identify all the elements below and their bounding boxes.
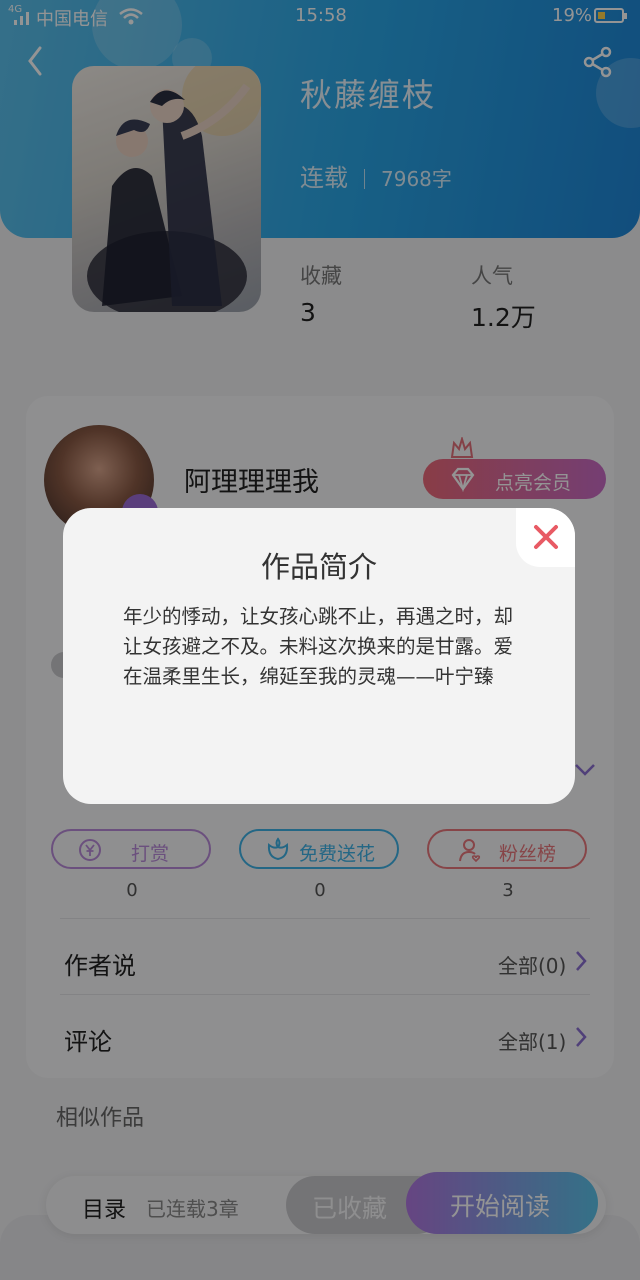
- close-icon: [534, 525, 558, 549]
- modal-title: 作品简介: [260, 550, 377, 584]
- synopsis-text: 年少的悸动，让女孩心跳不止，再遇之时，却让女孩避之不及。未料这次换来的是甘露。爱…: [123, 605, 514, 688]
- close-button[interactable]: [516, 508, 575, 567]
- synopsis-modal: 作品简介 年少的悸动，让女孩心跳不止，再遇之时，却让女孩避之不及。未料这次换来的…: [63, 508, 575, 804]
